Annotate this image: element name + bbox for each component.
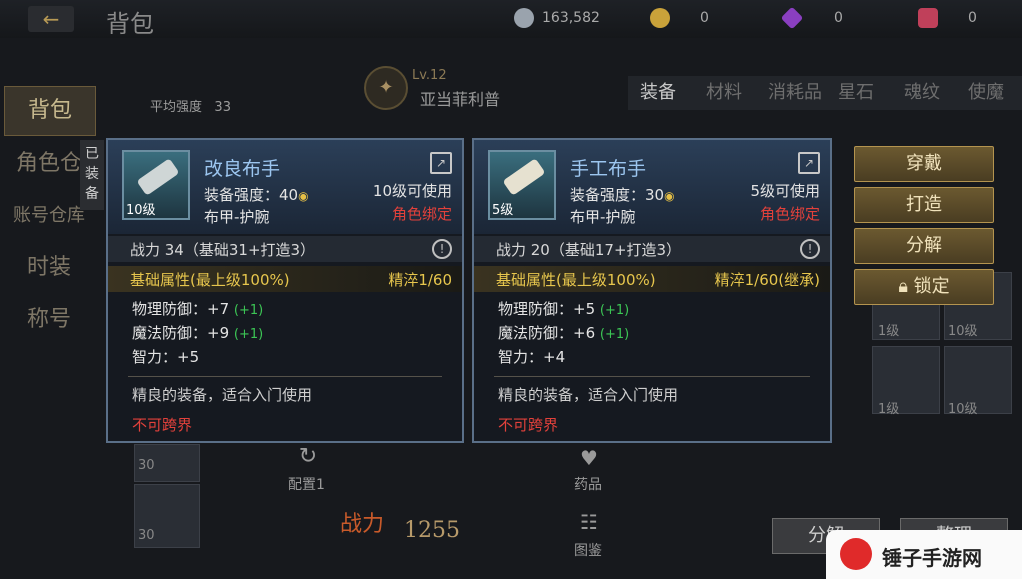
base-attr-label: 基础属性(最上级100%) — [496, 271, 656, 289]
slot-level: 10级 — [948, 324, 978, 339]
tab-star-stones[interactable]: 星石 — [838, 78, 874, 104]
config-label[interactable]: 配置1 — [288, 474, 325, 494]
back-arrow-icon[interactable]: ← — [28, 6, 74, 32]
glove-icon — [136, 158, 180, 196]
glove-icon — [502, 158, 546, 196]
silver-amount: 163,582 — [542, 10, 600, 26]
codex-icon[interactable]: ☷ — [574, 510, 604, 534]
codex-label[interactable]: 图鉴 — [574, 540, 602, 560]
diamond-amount: 0 — [834, 10, 843, 26]
tab-familiars[interactable]: 使魔 — [968, 78, 1004, 104]
slot-level: 1级 — [878, 324, 900, 339]
strength-icon: ◉ — [298, 189, 309, 203]
tab-soul-marks[interactable]: 魂纹 — [904, 78, 940, 104]
tab-consumables[interactable]: 消耗品 — [768, 78, 822, 104]
slot-level: 1级 — [878, 402, 900, 417]
gold-amount: 0 — [700, 10, 709, 26]
share-icon[interactable]: ↗ — [430, 152, 452, 174]
nav-fashion[interactable]: 时装 — [4, 244, 94, 292]
power-row: 战力 20（基础17+打造3）! — [474, 236, 830, 262]
tab-materials[interactable]: 材料 — [706, 78, 742, 104]
gift-gem-icon — [918, 8, 938, 28]
strength-icon: ◉ — [664, 189, 675, 203]
wear-button[interactable]: 穿戴 — [854, 146, 994, 182]
item-strength: 装备强度：40◉ — [204, 186, 309, 204]
forge-button[interactable]: 打造 — [854, 187, 994, 223]
item-description: 精良的装备，适合入门使用 — [132, 386, 313, 404]
character-level: Lv.12 — [412, 68, 447, 83]
nav-bag[interactable]: 背包 — [4, 86, 96, 136]
stat-intelligence: 智力：+5 — [132, 348, 200, 366]
slot-level: 30 — [138, 458, 155, 473]
gold-coin-icon — [650, 8, 670, 28]
level-requirement: 5级可使用 — [750, 182, 820, 200]
cross-realm-restriction: 不可跨界 — [132, 416, 193, 434]
tab-equipment[interactable]: 装备 — [640, 78, 676, 104]
stat-intelligence: 智力：+4 — [498, 348, 566, 366]
lock-button[interactable]: 🔒︎ 锁定 — [854, 269, 994, 305]
power-text: 战力 34（基础31+打造3） — [130, 241, 316, 259]
stat-magic-defense: 魔法防御：+6 (+1) — [498, 324, 630, 342]
item-tooltip-selected: 5级 手工布手 ↗ 装备强度：30◉ 布甲-护腕 5级可使用 角色绑定 战力 2… — [472, 138, 832, 443]
info-icon[interactable]: ! — [432, 239, 452, 259]
potion-label[interactable]: 药品 — [574, 474, 602, 494]
divider — [128, 376, 442, 377]
base-attr-row: 基础属性(最上级100%) 精淬1/60 — [108, 266, 462, 292]
stat-magic-defense: 魔法防御：+9 (+1) — [132, 324, 264, 342]
item-name: 改良布手 — [204, 158, 281, 180]
stat-physical-defense: 物理防御：+5 (+1) — [498, 300, 630, 318]
slot-level: 10级 — [948, 402, 978, 417]
slot-level: 30 — [138, 528, 155, 543]
item-icon: 10级 — [122, 150, 190, 220]
item-category: 布甲-护腕 — [570, 208, 636, 226]
class-emblem-icon: ✦ — [364, 66, 408, 110]
item-tooltip-equipped: 10级 改良布手 ↗ 装备强度：40◉ 布甲-护腕 10级可使用 角色绑定 战力… — [106, 138, 464, 443]
silver-coin-icon — [514, 8, 534, 28]
power-text: 战力 20（基础17+打造3） — [496, 241, 682, 259]
potion-icon[interactable]: ♥ — [574, 446, 604, 472]
item-description: 精良的装备，适合入门使用 — [498, 386, 679, 404]
bind-status: 角色绑定 — [759, 205, 820, 223]
bind-status: 角色绑定 — [391, 205, 452, 223]
character-name: 亚当菲利普 — [420, 90, 501, 109]
item-icon: 5级 — [488, 150, 556, 220]
power-row: 战力 34（基础31+打造3）! — [108, 236, 462, 262]
item-name: 手工布手 — [570, 158, 647, 180]
nav-title[interactable]: 称号 — [4, 296, 94, 344]
worn-equipment-tab[interactable]: 已装备 — [80, 140, 104, 210]
item-icon-level: 5级 — [492, 203, 514, 218]
stat-physical-defense: 物理防御：+7 (+1) — [132, 300, 264, 318]
refine-level: 精淬1/60 — [388, 271, 452, 289]
divider — [494, 376, 810, 377]
decompose-button[interactable]: 分解 — [854, 228, 994, 264]
watermark: 锤子手游网 — [826, 530, 1022, 579]
base-attr-row: 基础属性(最上级100%) 精淬1/60(继承) — [474, 266, 830, 292]
lock-icon: 🔒︎ — [898, 276, 908, 297]
item-icon-level: 10级 — [126, 203, 156, 218]
base-attr-label: 基础属性(最上级100%) — [130, 271, 290, 289]
config-icon[interactable]: ↻ — [290, 444, 326, 470]
watermark-logo-icon — [840, 538, 872, 570]
average-strength: 平均强度 33 — [150, 100, 231, 115]
combat-power-label: 战力 — [340, 512, 385, 537]
cross-realm-restriction: 不可跨界 — [498, 416, 559, 434]
combat-power-value: 1255 — [404, 518, 460, 543]
category-tabs — [628, 76, 1022, 110]
gift-gem-amount: 0 — [968, 10, 977, 26]
item-category: 布甲-护腕 — [204, 208, 270, 226]
refine-level: 精淬1/60(继承) — [714, 271, 820, 289]
level-requirement: 10级可使用 — [372, 182, 452, 200]
share-icon[interactable]: ↗ — [798, 152, 820, 174]
page-title: 背包 — [106, 10, 154, 38]
info-icon[interactable]: ! — [800, 239, 820, 259]
watermark-text: 锤子手游网 — [882, 546, 982, 570]
item-strength: 装备强度：30◉ — [570, 186, 675, 204]
